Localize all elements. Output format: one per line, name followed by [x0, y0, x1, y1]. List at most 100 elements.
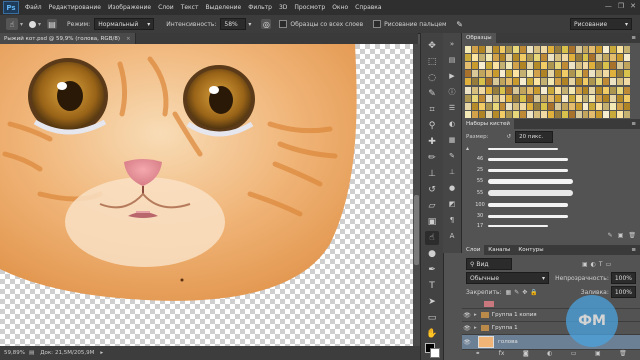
swatch[interactable]	[520, 78, 527, 86]
swatch[interactable]	[541, 46, 547, 53]
smudge-tool-icon[interactable]: ☝	[425, 231, 439, 245]
clone-stamp-tool-icon[interactable]: ⊥	[425, 167, 439, 181]
swatch[interactable]	[485, 78, 492, 86]
swatch[interactable]	[499, 54, 506, 62]
swatch[interactable]	[527, 110, 534, 118]
swatch[interactable]	[554, 78, 561, 86]
swatch[interactable]	[624, 62, 630, 70]
swatch[interactable]	[568, 102, 575, 110]
swatch[interactable]	[568, 62, 575, 70]
swatch[interactable]	[485, 62, 492, 70]
swatch[interactable]	[506, 78, 513, 86]
swatch[interactable]	[471, 54, 478, 62]
swatch[interactable]	[554, 102, 561, 110]
blend-mode-dropdown[interactable]: Обычные ▾	[466, 272, 550, 284]
swatch[interactable]	[471, 62, 478, 70]
swatch[interactable]	[471, 46, 478, 53]
swatch[interactable]	[547, 62, 554, 70]
swatch[interactable]	[506, 62, 513, 70]
swatch[interactable]	[534, 86, 541, 94]
opacity-input[interactable]: 100%	[610, 272, 636, 284]
swatch[interactable]	[465, 94, 471, 102]
swatch[interactable]	[603, 102, 610, 110]
new-preset-icon[interactable]: ▣	[618, 232, 624, 239]
swatch[interactable]	[617, 110, 624, 118]
swatch[interactable]	[534, 102, 541, 110]
chevron-down-icon[interactable]: ▾	[248, 21, 251, 28]
swatch[interactable]	[465, 102, 471, 110]
swatch[interactable]	[465, 46, 471, 53]
swatch[interactable]	[513, 94, 520, 102]
pressure-size-icon[interactable]: ✎	[455, 19, 465, 29]
menu-window[interactable]: Окно	[332, 4, 348, 11]
swatch[interactable]	[492, 86, 499, 94]
swatch[interactable]	[513, 70, 520, 78]
swatch[interactable]	[575, 102, 582, 110]
swatch[interactable]	[547, 110, 554, 118]
swatch[interactable]	[465, 110, 471, 118]
swatch[interactable]	[547, 70, 554, 78]
swatch[interactable]	[506, 102, 513, 110]
swatch[interactable]	[610, 110, 617, 118]
swatch[interactable]	[478, 62, 485, 70]
document-tab[interactable]: Рыжий кот.psd @ 59,9% (голова, RGB/8) ×	[0, 33, 136, 44]
swatch[interactable]	[527, 78, 534, 86]
swatch[interactable]	[492, 46, 499, 53]
swatch[interactable]	[471, 102, 478, 110]
swatch[interactable]	[554, 62, 561, 70]
swatch[interactable]	[465, 70, 471, 78]
menu-3d[interactable]: 3D	[279, 4, 287, 11]
swatch[interactable]	[589, 94, 596, 102]
filter-icons[interactable]: ▣◐T▭	[582, 261, 614, 268]
character-panel-icon[interactable]: A	[447, 231, 457, 241]
swatch[interactable]	[520, 62, 527, 70]
swatch[interactable]	[506, 46, 513, 53]
brush-tool-icon[interactable]: ✏	[425, 151, 439, 165]
collapse-icon[interactable]: »	[447, 39, 457, 49]
eye-icon[interactable]: 👁	[462, 325, 472, 332]
swatch[interactable]	[589, 70, 596, 78]
brush-scroll-up-icon[interactable]: ▴	[466, 145, 469, 152]
swatch[interactable]	[492, 62, 499, 70]
swatch[interactable]	[506, 70, 513, 78]
swatch[interactable]	[534, 54, 541, 62]
delete-icon[interactable]: 🗑	[628, 232, 636, 239]
paragraph-panel-icon[interactable]: ¶	[447, 215, 457, 225]
swatch[interactable]	[582, 86, 589, 94]
swatch[interactable]	[527, 70, 534, 78]
color-panel-icon[interactable]: ●	[447, 183, 457, 193]
lasso-tool-icon[interactable]: ◌	[425, 71, 439, 85]
swatch[interactable]	[520, 102, 527, 110]
swatch[interactable]	[541, 70, 547, 78]
swatch[interactable]	[506, 54, 513, 62]
move-tool-icon[interactable]: ✥	[425, 39, 439, 53]
swatch[interactable]	[561, 102, 568, 110]
swatch[interactable]	[561, 78, 568, 86]
swatch[interactable]	[485, 94, 492, 102]
swatch[interactable]	[610, 46, 617, 53]
swatch[interactable]	[541, 62, 547, 70]
clone-source-panel-icon[interactable]: ⊥	[447, 167, 457, 177]
swatch[interactable]	[596, 46, 603, 53]
swatch[interactable]	[541, 78, 547, 86]
swatch[interactable]	[506, 86, 513, 94]
fx-icon[interactable]: fx	[499, 350, 505, 357]
swatch[interactable]	[478, 102, 485, 110]
swatch[interactable]	[575, 86, 582, 94]
styles-panel-icon[interactable]: ▦	[447, 135, 457, 145]
swatch[interactable]	[561, 86, 568, 94]
swatch[interactable]	[485, 54, 492, 62]
tab-swatches[interactable]: Образцы	[462, 33, 496, 43]
scrollbar-thumb[interactable]	[414, 195, 419, 265]
brush-preset-row[interactable]: 55	[472, 175, 602, 187]
swatch[interactable]	[534, 70, 541, 78]
swatch[interactable]	[575, 110, 582, 118]
swatch[interactable]	[465, 78, 471, 86]
swatch[interactable]	[617, 94, 624, 102]
expand-arrow-icon[interactable]: ▸	[474, 312, 477, 318]
eye-icon[interactable]: 👁	[462, 339, 472, 346]
swatch[interactable]	[603, 54, 610, 62]
zoom-level[interactable]: 59,89%	[4, 350, 25, 356]
swatch[interactable]	[582, 54, 589, 62]
swatches-grid[interactable]	[465, 46, 630, 118]
